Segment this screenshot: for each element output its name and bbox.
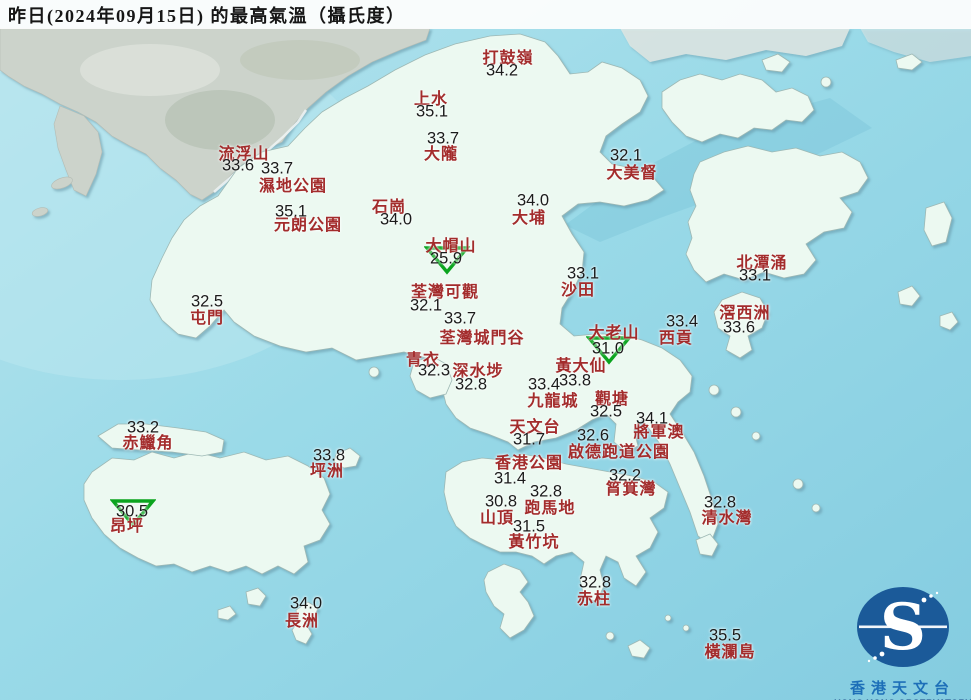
svg-text:S: S	[880, 590, 926, 665]
station-value: 32.3	[417, 361, 451, 380]
station-value: 35.1	[415, 102, 449, 121]
station-value: 32.6	[576, 426, 610, 445]
station-value: 33.6	[722, 318, 756, 337]
hko-logo: S 香港天文台 HONG KONG OBSERVATORY	[834, 578, 971, 700]
station-value: 32.5	[190, 292, 224, 311]
station-value: 35.5	[708, 626, 742, 645]
station-value: 32.8	[454, 375, 488, 394]
weather-map-page: 打鼓嶺 34.2 上水 35.1 大隴 33.7 流浮山 33.6 濕地公園 33.7 元朗公園 35…	[0, 0, 971, 700]
station-value: 32.5	[589, 402, 623, 421]
station-value: 33.4	[665, 312, 699, 331]
station-value: 34.0	[289, 594, 323, 613]
station-value: 34.2	[485, 61, 519, 80]
page-title: 昨日(2024年09月15日) 的最高氣溫（攝氏度）	[8, 6, 406, 26]
station-value: 33.1	[566, 264, 600, 283]
station-value: 33.7	[260, 159, 294, 178]
station-value: 33.4	[527, 375, 561, 394]
station-value: 33.7	[443, 309, 477, 328]
station-value: 30.8	[484, 492, 518, 511]
station-value: 30.5	[115, 502, 149, 521]
station-value: 35.1	[274, 202, 308, 221]
station-value: 32.8	[529, 482, 563, 501]
station-labels-layer: 打鼓嶺 34.2 上水 35.1 大隴 33.7 流浮山 33.6 濕地公園 33.7 元朗公園 35…	[0, 0, 971, 700]
station-value: 31.5	[512, 517, 546, 536]
station-value: 33.7	[426, 129, 460, 148]
station-value: 32.1	[609, 146, 643, 165]
station-value: 32.2	[608, 466, 642, 485]
station-value: 34.0	[516, 191, 550, 210]
station-value: 33.6	[221, 156, 255, 175]
station-value: 31.4	[493, 469, 527, 488]
station-value: 34.0	[379, 210, 413, 229]
station-value: 31.7	[512, 430, 546, 449]
station-value: 32.8	[578, 573, 612, 592]
station-value: 32.1	[409, 296, 443, 315]
hko-logo-chinese-name: 香港天文台	[849, 681, 955, 697]
station-value: 32.8	[703, 493, 737, 512]
station-value: 25.9	[429, 249, 463, 268]
hko-logo-icon: S	[857, 587, 949, 667]
station-value: 33.1	[738, 266, 772, 285]
station-value: 33.2	[126, 418, 160, 437]
station-value: 34.1	[635, 409, 669, 428]
station-value: 33.8	[312, 446, 346, 465]
